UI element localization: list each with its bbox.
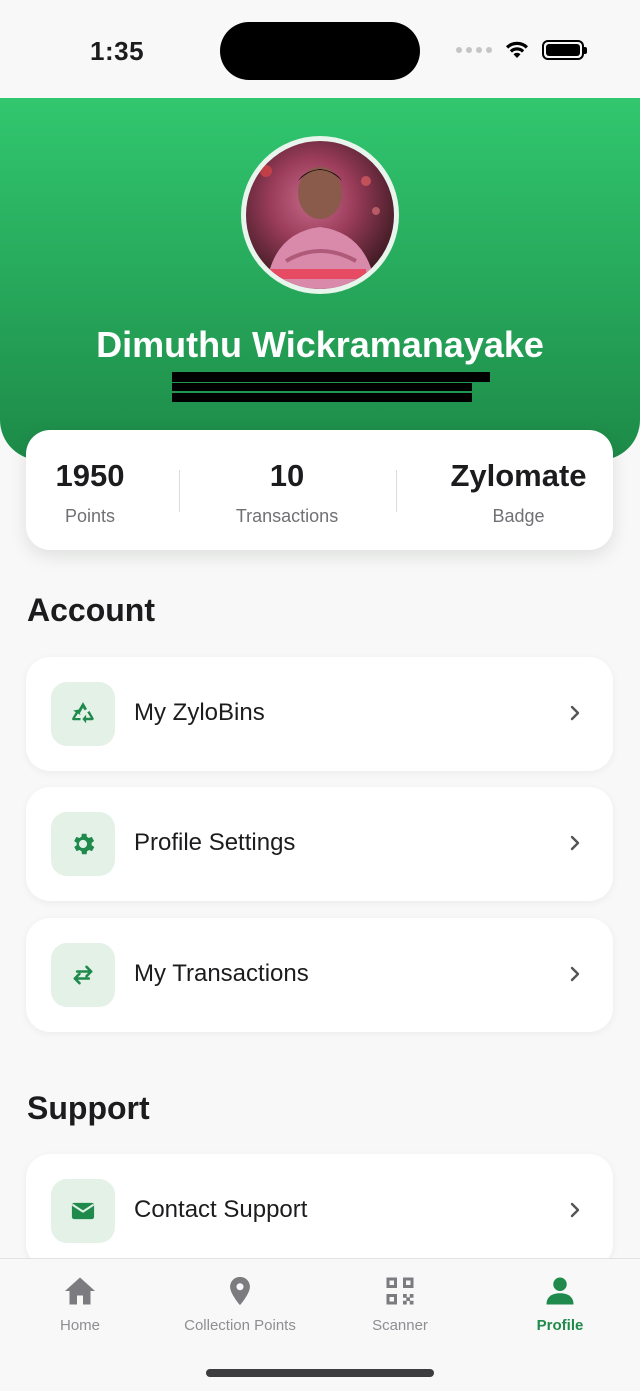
menu-icon-box [51, 1179, 115, 1243]
stat-badge: Zylomate Badge [436, 458, 601, 527]
redacted-email-bar [172, 393, 472, 402]
menu-label: Profile Settings [134, 829, 296, 856]
stat-value: 1950 [55, 458, 125, 493]
stat-value: Zylomate [450, 458, 587, 493]
divider [396, 470, 397, 512]
battery-icon [542, 40, 587, 60]
tab-collection-points[interactable]: Collection Points [160, 1271, 320, 1334]
tab-scanner[interactable]: Scanner [320, 1271, 480, 1334]
tab-label: Profile [536, 1317, 584, 1334]
menu-item-my-zylobins[interactable]: My ZyloBins [26, 657, 613, 771]
divider [179, 470, 180, 512]
stat-points: 1950 Points [40, 458, 140, 527]
redacted-email-bar [172, 383, 472, 391]
stat-label: Transactions [235, 506, 339, 526]
qr-code-icon [320, 1271, 480, 1311]
menu-icon-box [51, 812, 115, 876]
menu-label: My Transactions [134, 960, 309, 987]
section-title-support: Support [27, 1090, 150, 1126]
menu-item-my-transactions[interactable]: My Transactions [26, 918, 613, 1032]
section-title-account: Account [27, 592, 155, 628]
tab-profile[interactable]: Profile [480, 1271, 640, 1334]
stat-transactions: 10 Transactions [208, 458, 366, 527]
avatar[interactable] [241, 136, 399, 294]
tab-label: Home [59, 1317, 100, 1334]
tab-label: Scanner [372, 1317, 428, 1334]
status-time: 1:35 [90, 36, 145, 66]
menu-label: Contact Support [134, 1196, 308, 1223]
recycle-icon [72, 702, 94, 724]
chevron-right-icon [570, 966, 580, 982]
status-icons [456, 40, 587, 60]
menu-icon-box [51, 682, 115, 746]
menu-icon-box [51, 943, 115, 1007]
stat-label: Points [64, 506, 116, 526]
dynamic-island [220, 22, 420, 80]
menu-item-profile-settings[interactable]: Profile Settings [26, 787, 613, 901]
home-indicator [206, 1369, 434, 1377]
chevron-right-icon [570, 835, 580, 851]
cellular-signal-icon [456, 47, 492, 53]
chevron-right-icon [570, 1202, 580, 1218]
avatar-photo [260, 165, 380, 289]
wifi-icon [506, 41, 528, 58]
map-pin-icon [160, 1271, 320, 1311]
stat-value: 10 [269, 458, 305, 493]
status-bar: 1:35 [0, 0, 640, 98]
gear-icon [74, 833, 95, 855]
swap-arrows-icon [73, 965, 93, 985]
menu-label: My ZyloBins [134, 699, 265, 726]
stats-card: 1950 Points 10 Transactions Zylomate Bad… [26, 430, 613, 550]
home-icon [0, 1271, 160, 1311]
person-icon [480, 1271, 640, 1311]
envelope-icon [71, 1202, 95, 1220]
chevron-right-icon [570, 705, 580, 721]
tab-home[interactable]: Home [0, 1271, 160, 1334]
menu-item-contact-support[interactable]: Contact Support [26, 1154, 613, 1268]
redacted-email-bar [172, 372, 490, 382]
user-name: Dimuthu Wickramanayake [96, 324, 544, 365]
tab-label: Collection Points [184, 1317, 296, 1334]
stat-label: Badge [492, 506, 545, 526]
